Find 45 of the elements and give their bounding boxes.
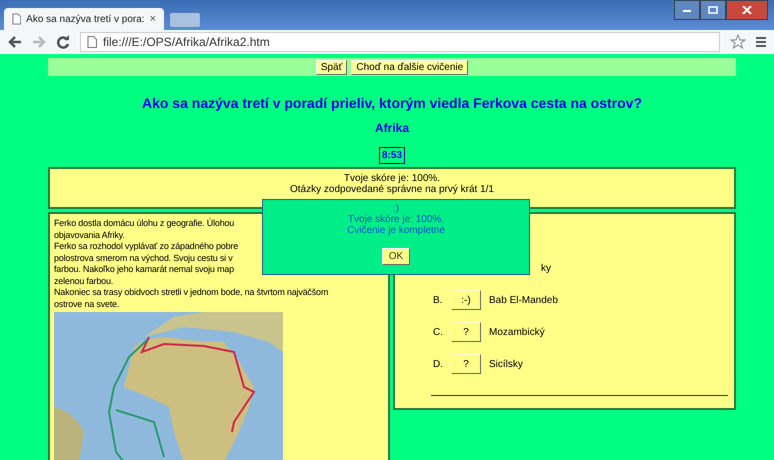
- maximize-icon: [708, 6, 718, 14]
- minimize-icon: [682, 7, 692, 13]
- story-text: zelenou farbou.: [54, 276, 114, 287]
- tab-title: Ako sa nazýva tretí v pora:: [26, 14, 145, 24]
- page-icon: [12, 13, 22, 25]
- subtitle: Afrika: [374, 121, 410, 135]
- nav-button[interactable]: Choď na ďalšie cvičenie: [351, 60, 468, 74]
- option-letter: B.: [433, 294, 444, 306]
- score-text: Otázky zodpovedané správne na prvý krát 1/1: [288, 184, 495, 195]
- star-icon[interactable]: [730, 34, 746, 50]
- reload-icon[interactable]: [56, 35, 70, 49]
- story-text: Ferko dostla domácu úlohu z geografie. Úlohou: [54, 218, 234, 230]
- close-icon: [742, 6, 752, 14]
- answer-button[interactable]: :-): [451, 290, 481, 310]
- browser-tab[interactable]: Ako sa nazýva tretí v pora: ×: [4, 8, 164, 30]
- page-icon: [87, 36, 97, 48]
- story-text: Nakoniec sa trasy obidvoch stretli v jednom bode, na štvrtom najväčšom: [54, 287, 328, 298]
- option-letter: D.: [433, 358, 444, 370]
- dialog-text: :): [392, 203, 400, 214]
- option-label: Sicílsky: [489, 358, 523, 370]
- option-label: ky: [541, 262, 551, 274]
- timer: 8:53: [378, 147, 405, 164]
- answer-button[interactable]: ?: [451, 322, 481, 342]
- answer-button[interactable]: ?: [451, 354, 481, 374]
- score-text: Tvoje skóre je: 100%.: [342, 173, 442, 184]
- option-label: Bab El-Mandeb: [489, 294, 558, 306]
- option-label: Mozambický: [489, 326, 545, 338]
- option-letter: C.: [433, 326, 444, 338]
- dialog-text: Cvičenie je kompletné: [346, 225, 446, 236]
- story-text: polostrova smerom na východ. Svoju cestu si v: [54, 252, 233, 264]
- story-text: farbou. Nakoľko jeho kamarát nemal svoju map: [54, 264, 234, 276]
- menu-icon[interactable]: [756, 36, 766, 48]
- story-text: ostrove na svete.: [54, 298, 120, 310]
- dialog-text: Tvoje skóre je: 100%.: [346, 214, 446, 225]
- ok-button[interactable]: OK: [382, 248, 410, 265]
- story-text: objavovania Afriky.: [54, 230, 125, 241]
- back-icon[interactable]: [8, 36, 22, 48]
- question-title: Ako sa nazýva tretí v poradí prieliv, ktorým viedla Ferkova cesta na ostrov?: [140, 95, 644, 111]
- nav-button[interactable]: Späť: [316, 60, 348, 74]
- story-text: Ferko sa rozhodol vyplávať zo západného pobre: [54, 241, 238, 252]
- close-button[interactable]: [726, 0, 768, 20]
- close-tab-button[interactable]: ×: [150, 13, 156, 25]
- address-bar[interactable]: file:///E:/OPS/Afrika/Afrika2.htm: [80, 32, 720, 52]
- minimize-button[interactable]: [674, 0, 700, 20]
- maximize-button[interactable]: [700, 0, 726, 20]
